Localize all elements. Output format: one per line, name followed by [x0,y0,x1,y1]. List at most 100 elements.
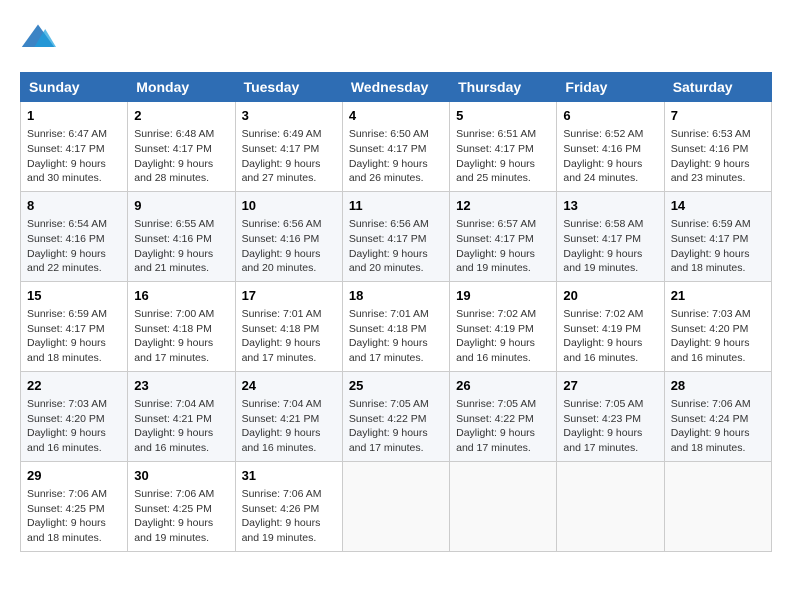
calendar-cell: 11 Sunrise: 6:56 AM Sunset: 4:17 PM Dayl… [342,191,449,281]
day-daylight: Daylight: 9 hours and 17 minutes. [563,427,642,454]
calendar-cell: 14 Sunrise: 6:59 AM Sunset: 4:17 PM Dayl… [664,191,771,281]
day-sunset: Sunset: 4:20 PM [671,323,749,335]
day-daylight: Daylight: 9 hours and 17 minutes. [134,337,213,364]
day-daylight: Daylight: 9 hours and 20 minutes. [242,248,321,275]
day-sunrise: Sunrise: 6:47 AM [27,128,107,140]
calendar-cell: 16 Sunrise: 7:00 AM Sunset: 4:18 PM Dayl… [128,281,235,371]
day-sunrise: Sunrise: 6:56 AM [349,218,429,230]
day-sunrise: Sunrise: 6:53 AM [671,128,751,140]
day-sunset: Sunset: 4:16 PM [27,233,105,245]
day-sunset: Sunset: 4:17 PM [27,323,105,335]
calendar-cell [664,461,771,551]
day-sunrise: Sunrise: 6:54 AM [27,218,107,230]
calendar-cell: 22 Sunrise: 7:03 AM Sunset: 4:20 PM Dayl… [21,371,128,461]
day-sunset: Sunset: 4:21 PM [134,413,212,425]
calendar-cell [450,461,557,551]
day-sunrise: Sunrise: 7:06 AM [671,398,751,410]
day-sunrise: Sunrise: 6:48 AM [134,128,214,140]
day-daylight: Daylight: 9 hours and 17 minutes. [242,337,321,364]
day-number: 8 [27,197,121,215]
day-sunset: Sunset: 4:25 PM [134,503,212,515]
day-daylight: Daylight: 9 hours and 26 minutes. [349,158,428,185]
day-daylight: Daylight: 9 hours and 18 minutes. [671,248,750,275]
logo [20,20,60,56]
day-number: 25 [349,377,443,395]
day-sunrise: Sunrise: 7:03 AM [671,308,751,320]
day-sunrise: Sunrise: 7:01 AM [242,308,322,320]
day-sunset: Sunset: 4:16 PM [242,233,320,245]
calendar-header-row: SundayMondayTuesdayWednesdayThursdayFrid… [21,73,772,102]
calendar-week-1: 1 Sunrise: 6:47 AM Sunset: 4:17 PM Dayli… [21,102,772,192]
day-sunset: Sunset: 4:17 PM [242,143,320,155]
calendar-cell: 29 Sunrise: 7:06 AM Sunset: 4:25 PM Dayl… [21,461,128,551]
day-sunrise: Sunrise: 6:51 AM [456,128,536,140]
calendar-cell: 27 Sunrise: 7:05 AM Sunset: 4:23 PM Dayl… [557,371,664,461]
calendar-cell: 12 Sunrise: 6:57 AM Sunset: 4:17 PM Dayl… [450,191,557,281]
day-sunset: Sunset: 4:26 PM [242,503,320,515]
day-sunset: Sunset: 4:16 PM [671,143,749,155]
day-sunrise: Sunrise: 7:02 AM [456,308,536,320]
day-sunset: Sunset: 4:22 PM [456,413,534,425]
day-sunset: Sunset: 4:16 PM [563,143,641,155]
day-number: 19 [456,287,550,305]
day-number: 11 [349,197,443,215]
day-daylight: Daylight: 9 hours and 28 minutes. [134,158,213,185]
calendar-cell: 3 Sunrise: 6:49 AM Sunset: 4:17 PM Dayli… [235,102,342,192]
day-sunrise: Sunrise: 6:52 AM [563,128,643,140]
day-sunset: Sunset: 4:17 PM [349,233,427,245]
day-sunrise: Sunrise: 7:04 AM [134,398,214,410]
day-daylight: Daylight: 9 hours and 24 minutes. [563,158,642,185]
calendar-cell: 8 Sunrise: 6:54 AM Sunset: 4:16 PM Dayli… [21,191,128,281]
day-sunset: Sunset: 4:17 PM [563,233,641,245]
day-daylight: Daylight: 9 hours and 18 minutes. [671,427,750,454]
day-number: 2 [134,107,228,125]
day-number: 22 [27,377,121,395]
day-sunrise: Sunrise: 6:50 AM [349,128,429,140]
day-sunset: Sunset: 4:18 PM [349,323,427,335]
day-daylight: Daylight: 9 hours and 17 minutes. [349,337,428,364]
day-number: 18 [349,287,443,305]
day-number: 12 [456,197,550,215]
day-sunset: Sunset: 4:22 PM [349,413,427,425]
calendar-cell: 17 Sunrise: 7:01 AM Sunset: 4:18 PM Dayl… [235,281,342,371]
header-wednesday: Wednesday [342,73,449,102]
calendar-cell: 15 Sunrise: 6:59 AM Sunset: 4:17 PM Dayl… [21,281,128,371]
day-sunrise: Sunrise: 7:06 AM [27,488,107,500]
calendar-cell: 18 Sunrise: 7:01 AM Sunset: 4:18 PM Dayl… [342,281,449,371]
calendar-cell [557,461,664,551]
day-sunset: Sunset: 4:21 PM [242,413,320,425]
calendar-cell: 1 Sunrise: 6:47 AM Sunset: 4:17 PM Dayli… [21,102,128,192]
day-sunset: Sunset: 4:17 PM [134,143,212,155]
day-sunrise: Sunrise: 7:00 AM [134,308,214,320]
day-number: 24 [242,377,336,395]
day-sunrise: Sunrise: 7:01 AM [349,308,429,320]
calendar-cell: 10 Sunrise: 6:56 AM Sunset: 4:16 PM Dayl… [235,191,342,281]
day-sunrise: Sunrise: 7:06 AM [134,488,214,500]
calendar-cell: 31 Sunrise: 7:06 AM Sunset: 4:26 PM Dayl… [235,461,342,551]
day-number: 20 [563,287,657,305]
day-sunset: Sunset: 4:17 PM [671,233,749,245]
day-sunrise: Sunrise: 7:04 AM [242,398,322,410]
logo-icon [20,20,56,56]
day-daylight: Daylight: 9 hours and 19 minutes. [456,248,535,275]
day-number: 23 [134,377,228,395]
day-sunrise: Sunrise: 7:05 AM [456,398,536,410]
day-number: 21 [671,287,765,305]
day-daylight: Daylight: 9 hours and 19 minutes. [242,517,321,544]
calendar-cell: 25 Sunrise: 7:05 AM Sunset: 4:22 PM Dayl… [342,371,449,461]
day-number: 26 [456,377,550,395]
day-sunset: Sunset: 4:16 PM [134,233,212,245]
calendar-cell: 21 Sunrise: 7:03 AM Sunset: 4:20 PM Dayl… [664,281,771,371]
calendar-cell: 13 Sunrise: 6:58 AM Sunset: 4:17 PM Dayl… [557,191,664,281]
calendar-cell: 5 Sunrise: 6:51 AM Sunset: 4:17 PM Dayli… [450,102,557,192]
calendar-cell: 6 Sunrise: 6:52 AM Sunset: 4:16 PM Dayli… [557,102,664,192]
day-sunset: Sunset: 4:17 PM [456,143,534,155]
day-sunrise: Sunrise: 6:59 AM [27,308,107,320]
day-number: 27 [563,377,657,395]
day-daylight: Daylight: 9 hours and 30 minutes. [27,158,106,185]
calendar-week-2: 8 Sunrise: 6:54 AM Sunset: 4:16 PM Dayli… [21,191,772,281]
day-sunset: Sunset: 4:20 PM [27,413,105,425]
header-monday: Monday [128,73,235,102]
calendar-cell: 24 Sunrise: 7:04 AM Sunset: 4:21 PM Dayl… [235,371,342,461]
day-sunset: Sunset: 4:17 PM [27,143,105,155]
